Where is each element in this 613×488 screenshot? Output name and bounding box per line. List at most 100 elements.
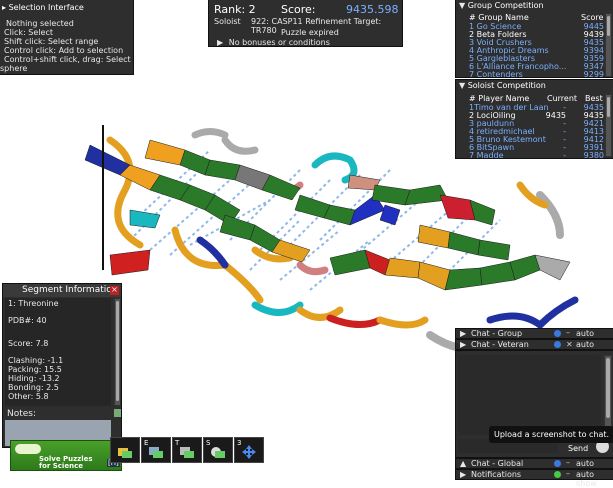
send-button[interactable]: Send	[568, 444, 588, 453]
group-name: 7 Contenders	[469, 70, 523, 79]
player-name: 7 Madde	[469, 151, 504, 160]
solo-col-name: # Player Name	[469, 94, 530, 103]
triangle-right-icon: ▶	[460, 340, 467, 349]
notifications-bar[interactable]: ▶ Notifications – auto show	[455, 469, 613, 488]
chat-group-bar[interactable]: ▶ Chat - Group – auto show	[455, 328, 613, 347]
logo-tagline: Solve Puzzles for Science	[39, 455, 93, 470]
soloist-competition-panel: ▼ Soloist Competition # Player Name Curr…	[455, 79, 613, 160]
minus-icon[interactable]: –	[566, 458, 570, 467]
selection-line: Click: Select	[4, 28, 53, 37]
segment-scrollbar[interactable]	[114, 298, 121, 406]
wiggle-button[interactable]: E	[141, 437, 171, 463]
selection-interface-panel: ▸ Selection Interface Nothing selected C…	[0, 0, 134, 75]
triangle-down-icon: ▼	[459, 1, 466, 10]
notes-scroll-icon[interactable]	[114, 409, 121, 417]
upload-tooltip: Upload a screenshot to chat.	[489, 426, 613, 443]
foldit-logo[interactable]: Solve Puzzles for Science [H]	[10, 440, 122, 471]
move-icon	[242, 445, 256, 459]
group-comp-header[interactable]: ▼ Group Competition	[459, 1, 544, 10]
group-score: 9299	[583, 70, 604, 79]
info-icon: ▸	[2, 3, 7, 12]
selection-title: ▸ Selection Interface	[2, 3, 84, 12]
solo-comp-title: Soloist Competition	[467, 81, 546, 90]
group-comp-title: Group Competition	[467, 1, 544, 10]
chat-group-label: Chat - Group	[471, 329, 523, 338]
segment-title: Segment Information	[22, 285, 118, 295]
selection-line: sphere	[0, 64, 28, 73]
segment-info-panel: Segment Information × 1: Threonine PDB#:…	[2, 283, 122, 448]
info-icon[interactable]	[554, 330, 561, 337]
shake-icon	[118, 448, 132, 458]
chat-global-bar[interactable]: ▲ Chat - Global – auto show	[455, 458, 613, 477]
selection-line: Control click: Add to selection	[4, 46, 124, 55]
close-icon[interactable]: ✕	[566, 340, 573, 349]
triangle-up-icon: ▲	[460, 459, 467, 468]
chat-global-label: Chat - Global	[471, 459, 524, 468]
foldit-logo-mark	[15, 444, 41, 454]
table-row[interactable]: 7 Madde - 9380	[469, 151, 604, 160]
tweak-button[interactable]: T	[172, 437, 202, 463]
score-panel: Rank: 2 Score: 9435.598 Soloist 922: CAS…	[208, 0, 403, 47]
wiggle-icon	[149, 447, 163, 458]
player-best: 9380	[583, 151, 604, 160]
chat-log	[458, 355, 601, 435]
triangle-down-icon: ▼	[459, 81, 466, 90]
solo-col-best: Best	[585, 94, 603, 103]
beta-sheets	[84, 139, 571, 291]
group-scroll-thumb[interactable]	[607, 16, 610, 36]
packing-value: Packing: 15.5	[8, 365, 62, 374]
score-label: Score:	[281, 3, 316, 16]
segment-scroll-thumb[interactable]	[116, 301, 119, 401]
solo-scrollbar[interactable]	[605, 94, 612, 157]
chat-veteran-bar[interactable]: ▶ Chat - Veteran ✕ auto show	[455, 339, 613, 358]
group-col-name: # Group Name	[469, 13, 529, 22]
rank-label: Rank: 2	[214, 3, 256, 16]
segment-header: Segment Information ×	[3, 284, 121, 297]
table-row[interactable]: 7 Contenders 9299	[469, 70, 604, 79]
segment-body: 1: Threonine PDB#: 40 Score: 7.8 Clashin…	[5, 298, 111, 406]
shake-sidechain-icon	[211, 447, 225, 458]
minus-icon[interactable]: –	[566, 328, 570, 337]
group-col-score: Score	[581, 13, 604, 22]
player-current: -	[563, 151, 566, 160]
solo-comp-header[interactable]: ▼ Soloist Competition	[459, 81, 546, 90]
puzzle-status: Puzzle expired	[281, 28, 339, 37]
status-icon[interactable]	[554, 471, 561, 478]
group-rows: 1 Go Science 9445 2 Beta Folders 9439 3 Void…	[469, 22, 604, 79]
pdb-number: PDB#: 40	[8, 316, 47, 325]
chat-scroll-thumb[interactable]	[606, 358, 610, 418]
selection-line: Nothing selected	[6, 19, 74, 28]
segment-score: Score: 7.8	[8, 339, 49, 348]
tweak-icon	[180, 447, 194, 458]
notes-label: Notes:	[7, 409, 37, 419]
minus-icon[interactable]: –	[566, 469, 570, 478]
triangle-right-icon: ▶	[460, 470, 467, 479]
solo-col-current: Current	[547, 94, 578, 103]
bonus-toggle[interactable]: ▶ No bonuses or conditions	[217, 38, 330, 47]
score-value: 9435.598	[346, 3, 399, 16]
selection-line: Shift click: Select range	[4, 37, 99, 46]
shake-button[interactable]	[110, 437, 140, 463]
hiding-value: Hiding: -13.2	[8, 374, 60, 383]
auto-show-label: auto show	[576, 470, 597, 488]
shake-sidechain-button[interactable]: S	[203, 437, 233, 463]
selection-line: Control+shift click, drag: Select	[4, 55, 131, 64]
bonding-value: Bonding: 2.5	[8, 383, 59, 392]
info-icon[interactable]	[554, 460, 561, 467]
bonus-label: No bonuses or conditions	[228, 38, 330, 47]
close-button[interactable]: ×	[110, 286, 119, 295]
chat-scrollbar[interactable]	[604, 355, 612, 435]
info-icon[interactable]	[554, 341, 561, 348]
group-scrollbar[interactable]	[605, 13, 612, 77]
triangle-right-icon: ▶	[217, 38, 224, 47]
move-button[interactable]: 3	[234, 437, 264, 463]
group-competition-panel: ▼ Group Competition # Group Name Score 1…	[455, 0, 613, 79]
residue-name: 1: Threonine	[8, 299, 59, 308]
solo-scroll-thumb[interactable]	[607, 97, 610, 117]
selection-title-text: Selection Interface	[8, 3, 84, 12]
notifications-label: Notifications	[471, 470, 522, 479]
triangle-right-icon: ▶	[460, 329, 467, 338]
chat-veteran-label: Chat - Veteran	[471, 340, 529, 349]
other-value: Other: 5.8	[8, 392, 49, 401]
solo-rows: 1Timo van der Laan -9435 2 LociOiling 9435 9…	[469, 103, 604, 160]
